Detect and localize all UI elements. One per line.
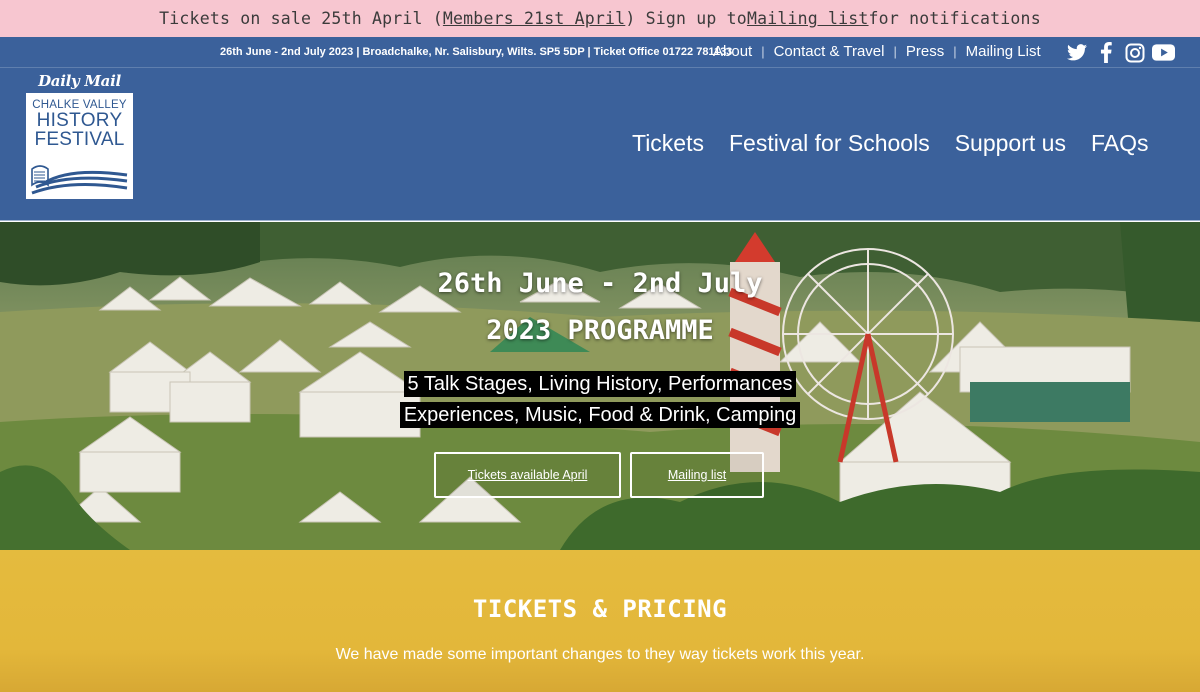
logo-line-3: FESTIVAL xyxy=(34,129,125,150)
festival-info: 26th June - 2nd July 2023 | Broadchalke,… xyxy=(220,46,733,58)
announcement-text-1: Tickets on sale 25th April ( xyxy=(159,9,443,28)
hero-subtitle-line-2: Experiences, Music, Food & Drink, Campin… xyxy=(0,400,1200,431)
members-link[interactable]: Members 21st April xyxy=(443,9,625,28)
separator: | xyxy=(953,44,957,59)
nav-support-us[interactable]: Support us xyxy=(955,130,1066,157)
twitter-icon[interactable] xyxy=(1065,41,1088,64)
tickets-available-button[interactable]: Tickets available April xyxy=(434,452,621,498)
press-link[interactable]: Press xyxy=(906,43,944,60)
instagram-icon[interactable] xyxy=(1123,41,1146,64)
hero-title-line-2: 2023 PROGRAMME xyxy=(486,315,714,346)
hero-title-line-1: 26th June - 2nd July xyxy=(437,268,763,299)
main-nav: Tickets Festival for Schools Support us … xyxy=(632,130,1148,157)
youtube-icon[interactable] xyxy=(1152,41,1175,64)
top-info-bar: 26th June - 2nd July 2023 | Broadchalke,… xyxy=(0,37,1200,68)
daily-mail-sponsor-logo: Daily Mail xyxy=(38,72,121,90)
hero-subtitle-text-2: Experiences, Music, Food & Drink, Campin… xyxy=(399,402,801,428)
hero-subtitle-text-1: 5 Talk Stages, Living History, Performan… xyxy=(403,371,797,397)
separator: | xyxy=(893,44,897,59)
logo-waves-icon xyxy=(31,165,128,195)
separator: | xyxy=(761,44,765,59)
logo-line-2: HISTORY xyxy=(36,110,123,131)
top-links: About | Contact & Travel | Press | Maili… xyxy=(713,43,1041,60)
section-heading: TICKETS & PRICING xyxy=(472,595,728,623)
festival-logo[interactable]: CHALKE VALLEY HISTORY FESTIVAL xyxy=(26,93,133,199)
nav-tickets[interactable]: Tickets xyxy=(632,130,704,157)
contact-travel-link[interactable]: Contact & Travel xyxy=(774,43,885,60)
nav-festival-for-schools[interactable]: Festival for Schools xyxy=(729,130,930,157)
announcement-text-3: for notifications xyxy=(868,9,1041,28)
section-text: We have made some important changes to t… xyxy=(335,646,865,663)
facebook-icon[interactable] xyxy=(1094,41,1117,64)
hero-subtitle-line-1: 5 Talk Stages, Living History, Performan… xyxy=(0,369,1200,400)
mailing-list-link[interactable]: Mailing List xyxy=(966,43,1041,60)
about-link[interactable]: About xyxy=(713,43,752,60)
tickets-pricing-section: TICKETS & PRICING We have made some impo… xyxy=(0,550,1200,692)
social-links xyxy=(1065,41,1175,64)
announcement-text-2: ) Sign up to xyxy=(625,9,747,28)
mailing-list-announcement-link[interactable]: Mailing list xyxy=(747,9,869,28)
nav-faqs[interactable]: FAQs xyxy=(1091,130,1149,157)
mailing-list-button[interactable]: Mailing list xyxy=(630,452,764,498)
hero-banner: 26th June - 2nd July 2023 PROGRAMME 5 Ta… xyxy=(0,222,1200,550)
site-header: 26th June - 2nd July 2023 | Broadchalke,… xyxy=(0,37,1200,221)
announcement-bar: Tickets on sale 25th April ( Members 21s… xyxy=(0,0,1200,37)
